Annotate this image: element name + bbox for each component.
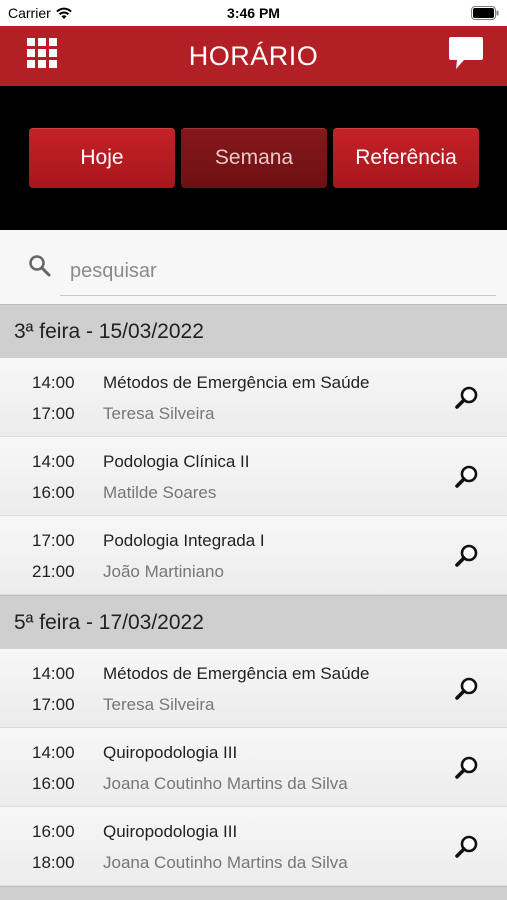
event-teacher: Matilde Soares: [103, 483, 217, 502]
tab-semana[interactable]: Semana: [181, 128, 327, 188]
magnifier-icon[interactable]: [455, 464, 479, 488]
event-start-time: 16:00: [32, 822, 75, 841]
tab-referencia[interactable]: Referência: [333, 128, 479, 188]
status-time: 3:46 PM: [227, 5, 280, 21]
event-title: Métodos de Emergência em Saúde: [103, 664, 370, 683]
chat-bubble-icon[interactable]: [447, 36, 485, 72]
event-row[interactable]: 17:00 21:00 Podologia Integrada I João M…: [0, 516, 507, 595]
event-end-time: 17:00: [32, 404, 75, 423]
event-end-time: 16:00: [32, 483, 75, 502]
event-row[interactable]: 14:00 16:00 Podologia Clínica II Matilde…: [0, 437, 507, 516]
event-end-time: 21:00: [32, 562, 75, 581]
event-start-time: 14:00: [32, 373, 75, 392]
day-header: 3ª feira - 15/03/2022: [0, 304, 507, 358]
event-start-time: 14:00: [32, 743, 75, 762]
event-start-time: 14:00: [32, 452, 75, 471]
event-teacher: Teresa Silveira: [103, 695, 215, 714]
event-teacher: Joana Coutinho Martins da Silva: [103, 853, 348, 872]
page-title: HORÁRIO: [188, 40, 319, 71]
event-end-time: 17:00: [32, 695, 75, 714]
event-title: Métodos de Emergência em Saúde: [103, 373, 370, 392]
event-teacher: João Martiniano: [103, 562, 224, 581]
magnifier-icon[interactable]: [455, 385, 479, 409]
magnifier-icon[interactable]: [455, 543, 479, 567]
battery-icon: [471, 6, 499, 20]
grid-icon[interactable]: [26, 37, 58, 69]
magnifier-icon[interactable]: [455, 755, 479, 779]
event-title: Podologia Clínica II: [103, 452, 250, 471]
status-bar: Carrier 3:46 PM: [0, 0, 507, 26]
app-header: HORÁRIO: [0, 26, 507, 86]
event-row[interactable]: 16:00 18:00 Quiropodologia III Joana Cou…: [0, 807, 507, 886]
event-title: Quiropodologia III: [103, 743, 238, 762]
magnifier-icon[interactable]: [455, 676, 479, 700]
event-row[interactable]: 14:00 17:00 Métodos de Emergência em Saú…: [0, 649, 507, 728]
event-end-time: 16:00: [32, 774, 75, 793]
magnifier-icon[interactable]: [455, 834, 479, 858]
next-day-header-partial: [0, 886, 507, 900]
tab-hoje[interactable]: Hoje: [29, 128, 175, 188]
event-row[interactable]: 14:00 17:00 Métodos de Emergência em Saú…: [0, 358, 507, 437]
event-end-time: 18:00: [32, 853, 75, 872]
search-input[interactable]: [60, 248, 496, 296]
event-title: Quiropodologia III: [103, 822, 238, 841]
day-header: 5ª feira - 17/03/2022: [0, 595, 507, 649]
event-title: Podologia Integrada I: [103, 531, 265, 550]
event-teacher: Teresa Silveira: [103, 404, 215, 423]
event-start-time: 14:00: [32, 664, 75, 683]
view-segment-control: Hoje Semana Referência: [0, 86, 507, 230]
event-start-time: 17:00: [32, 531, 75, 550]
event-teacher: Joana Coutinho Martins da Silva: [103, 774, 348, 793]
search-icon: [29, 255, 51, 277]
event-row[interactable]: 14:00 16:00 Quiropodologia III Joana Cou…: [0, 728, 507, 807]
search-bar: [0, 230, 507, 304]
